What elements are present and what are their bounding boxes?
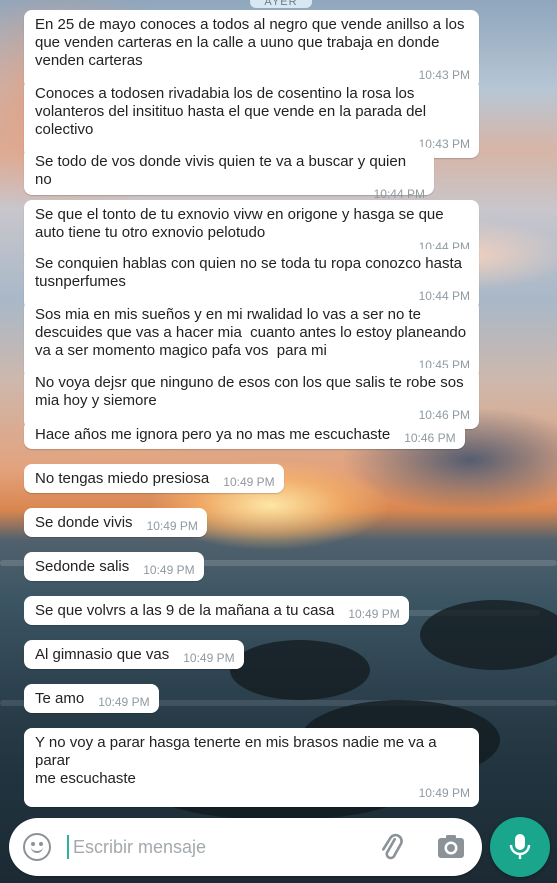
message-time: 10:49 PM bbox=[143, 563, 195, 577]
message-text: Conoces a todosen rivadabia los de cosen… bbox=[35, 85, 427, 138]
message-text: Se donde vivis bbox=[35, 514, 133, 531]
message-bubble[interactable]: No tengas miedo presiosa 10:49 PM bbox=[24, 464, 284, 493]
date-separator: AYER bbox=[250, 0, 312, 8]
message-time: 10:49 PM bbox=[223, 475, 275, 489]
paperclip-icon[interactable] bbox=[375, 831, 407, 863]
message-text: Se todo de vos donde vivis quien te va a… bbox=[35, 153, 411, 188]
message-bubble[interactable]: Se todo de vos donde vivis quien te va a… bbox=[24, 147, 434, 201]
message-bubble[interactable]: Y no voy a parar hasga tenerte en mis br… bbox=[24, 728, 479, 807]
message-text: Y no voy a parar hasga tenerte en mis br… bbox=[35, 734, 437, 787]
message-text: En 25 de mayo conoces a todos al negro q… bbox=[35, 16, 465, 69]
message-text: No voya dejsr que ninguno de esos con lo… bbox=[35, 374, 464, 409]
message-text: Sedonde salis bbox=[35, 558, 130, 575]
message-bubble[interactable]: En 25 de mayo conoces a todos al negro q… bbox=[24, 10, 479, 89]
message-time: 10:49 PM bbox=[146, 519, 198, 533]
message-composer bbox=[9, 818, 482, 876]
message-text: Se que volvrs a las 9 de la mañana a tu … bbox=[35, 602, 335, 619]
smiley-icon[interactable] bbox=[23, 833, 51, 861]
background-rock bbox=[230, 640, 370, 700]
message-text: Sos mia en mis sueños y en mi rwalidad l… bbox=[35, 306, 467, 359]
message-time: 10:49 PM bbox=[348, 607, 400, 621]
message-text: No tengas miedo presiosa bbox=[35, 470, 210, 487]
voice-message-button[interactable] bbox=[490, 817, 550, 877]
message-time: 10:46 PM bbox=[404, 431, 456, 445]
message-bubble[interactable]: Al gimnasio que vas 10:49 PM bbox=[24, 640, 244, 669]
background-rock bbox=[420, 600, 557, 670]
message-text: Hace años me ignora pero ya no mas me es… bbox=[35, 426, 391, 443]
message-text: Al gimnasio que vas bbox=[35, 646, 170, 663]
message-text: Te amo bbox=[35, 690, 85, 707]
message-bubble[interactable]: Se que volvrs a las 9 de la mañana a tu … bbox=[24, 596, 409, 625]
message-time: 10:49 PM bbox=[183, 651, 235, 665]
text-cursor bbox=[67, 835, 69, 859]
message-bubble[interactable]: Hace años me ignora pero ya no mas me es… bbox=[24, 420, 465, 449]
message-time: 10:49 PM bbox=[98, 695, 150, 709]
microphone-icon bbox=[509, 834, 531, 859]
smiley-mouth bbox=[31, 846, 43, 853]
message-bubble[interactable]: Se donde vivis 10:49 PM bbox=[24, 508, 207, 537]
message-bubble[interactable]: Sedonde salis 10:49 PM bbox=[24, 552, 204, 581]
message-bubble[interactable]: Te amo 10:49 PM bbox=[24, 684, 159, 713]
message-input[interactable] bbox=[73, 832, 363, 862]
message-text: Se conquien hablas con quien no se toda … bbox=[35, 255, 462, 290]
message-text: Se que el tonto de tu exnovio vivw en or… bbox=[35, 206, 444, 241]
camera-icon[interactable] bbox=[436, 832, 466, 862]
